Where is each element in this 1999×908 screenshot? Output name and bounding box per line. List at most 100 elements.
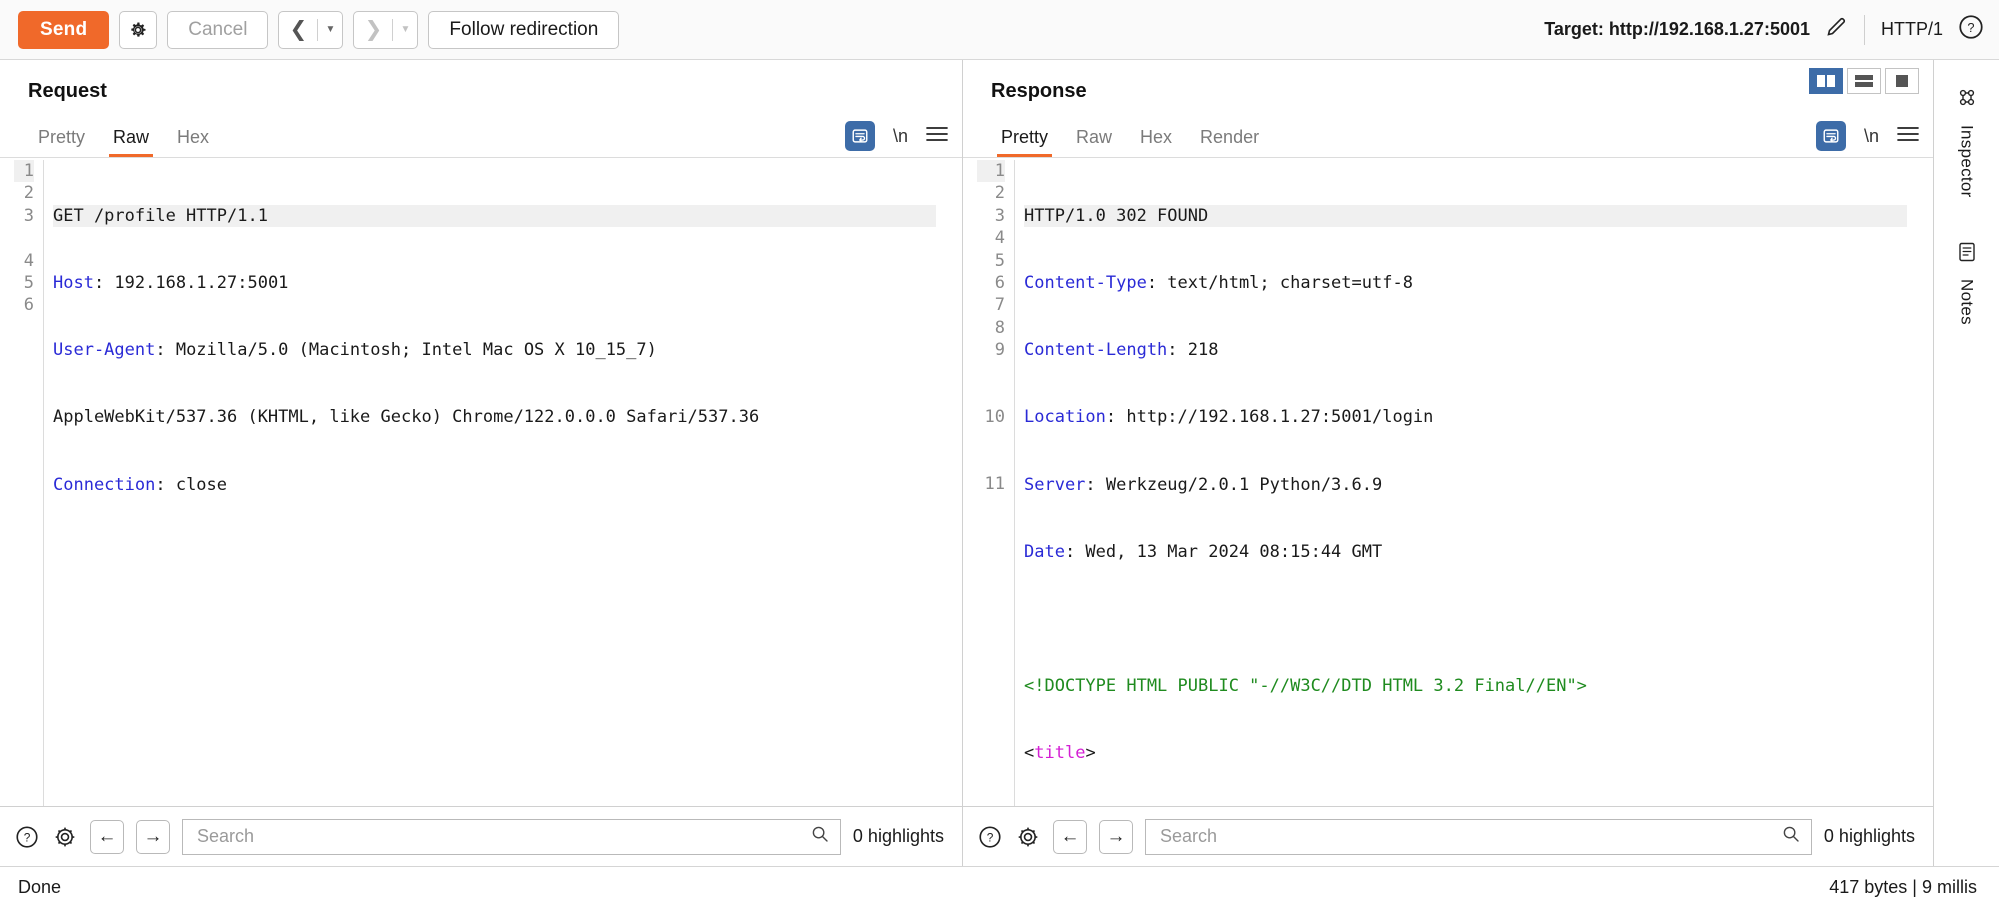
request-pane-title: Request <box>28 80 107 102</box>
svg-text:?: ? <box>24 830 31 844</box>
newline-toggle-icon[interactable]: \n <box>893 126 908 147</box>
tab-response-hex[interactable]: Hex <box>1126 127 1186 157</box>
request-search-bar: ? ← → Search 0 highlights <box>0 806 962 866</box>
code-line: <title> <box>1024 742 1907 764</box>
layout-stacked-button[interactable] <box>1847 68 1881 94</box>
top-toolbar: Send Cancel ❮ ▼ ❯ ▼ Follow redirection T… <box>0 0 1999 60</box>
target-label: Target: http://192.168.1.27:5001 <box>1544 19 1810 39</box>
code-text: : text/html; charset=utf-8 <box>1146 273 1413 294</box>
code-line: <!DOCTYPE HTML PUBLIC "-//W3C//DTD HTML … <box>1024 675 1907 697</box>
code-line: Server: Werkzeug/2.0.1 Python/3.6.9 <box>1024 474 1907 496</box>
tab-request-raw[interactable]: Raw <box>99 127 163 157</box>
code-line: Content-Type: text/html; charset=utf-8 <box>1024 272 1907 294</box>
header-name: Server <box>1024 474 1086 495</box>
send-button[interactable]: Send <box>18 10 110 49</box>
status-bar: Done 417 bytes | 9 millis <box>0 866 1999 908</box>
code-text: : close <box>155 474 228 495</box>
chevron-right-icon: ❯ <box>364 18 383 41</box>
search-forward-button[interactable]: → <box>1099 819 1133 854</box>
question-circle-icon[interactable]: ? <box>1957 13 1985 46</box>
search-forward-button[interactable]: → <box>136 819 170 854</box>
svg-text:?: ? <box>987 830 994 844</box>
line-number: 6 <box>994 272 1005 293</box>
question-circle-icon[interactable]: ? <box>14 824 40 850</box>
line-number: 4 <box>23 250 34 271</box>
header-name: Content-Length <box>1024 340 1168 361</box>
line-number: 1 <box>977 160 1005 183</box>
tab-response-render[interactable]: Render <box>1186 127 1273 157</box>
request-settings-button[interactable] <box>119 10 158 49</box>
request-code[interactable]: GET /profile HTTP/1.1 Host: 192.168.1.27… <box>44 160 936 806</box>
line-wrap-icon[interactable] <box>1815 121 1846 151</box>
gear-icon[interactable] <box>1015 824 1041 850</box>
follow-redirection-button[interactable]: Follow redirection <box>428 10 620 49</box>
line-number <box>14 227 34 249</box>
response-search-bar: ? ← → Search 0 highlights <box>963 806 1933 866</box>
line-number <box>977 451 1005 473</box>
chevron-down-icon[interactable]: ▼ <box>318 12 342 48</box>
response-line-numbers: 1 2 3 4 5 6 7 8 9 10 11 <box>963 160 1015 806</box>
layout-toggle-group <box>1809 68 1919 94</box>
request-tabs: Pretty Raw Hex \n <box>0 112 962 158</box>
layout-single-button[interactable] <box>1885 68 1919 94</box>
tab-response-raw[interactable]: Raw <box>1062 127 1126 157</box>
previous-request-button[interactable]: ❮ ▼ <box>278 10 344 49</box>
tab-response-pretty[interactable]: Pretty <box>987 127 1062 157</box>
magnifier-icon[interactable] <box>1781 824 1801 849</box>
code-line: HTTP/1.0 302 FOUND <box>1024 204 1907 228</box>
layout-side-by-side-button[interactable] <box>1809 68 1843 94</box>
pencil-icon[interactable] <box>1824 15 1848 44</box>
cancel-button[interactable]: Cancel <box>167 10 269 49</box>
line-number: 11 <box>984 474 1005 495</box>
question-circle-icon[interactable]: ? <box>977 824 1003 850</box>
line-number: 2 <box>994 183 1005 204</box>
tab-request-pretty[interactable]: Pretty <box>24 127 99 157</box>
response-pane-title: Response <box>991 80 1087 102</box>
line-number: 3 <box>994 205 1005 226</box>
next-request-button[interactable]: ❯ ▼ <box>353 10 419 49</box>
rail-item-inspector[interactable]: Inspector <box>1955 76 1979 220</box>
hamburger-menu-icon[interactable] <box>926 125 948 148</box>
code-line: Connection: close <box>53 474 936 496</box>
status-message: Done <box>18 877 62 897</box>
request-highlight-count: 0 highlights <box>852 826 944 846</box>
header-name: Location <box>1024 407 1106 428</box>
line-number: 7 <box>994 295 1005 316</box>
response-editor[interactable]: 1 2 3 4 5 6 7 8 9 10 11 HTTP/1.0 302 FOU… <box>963 158 1933 806</box>
search-input[interactable] <box>195 825 810 848</box>
hamburger-menu-icon[interactable] <box>1897 125 1919 148</box>
header-name: Date <box>1024 541 1065 562</box>
code-line: AppleWebKit/537.36 (KHTML, like Gecko) C… <box>53 406 936 428</box>
search-back-button[interactable]: ← <box>1053 819 1087 854</box>
chevron-down-icon[interactable]: ▼ <box>393 12 417 48</box>
code-text: AppleWebKit/537.36 (KHTML, like Gecko) C… <box>53 407 760 428</box>
tab-request-hex[interactable]: Hex <box>163 127 223 157</box>
inspector-icon <box>1955 86 1979 115</box>
rail-item-notes[interactable]: Notes <box>1955 230 1979 347</box>
response-search-field[interactable] <box>1145 818 1812 855</box>
line-number: 1 <box>14 160 34 183</box>
chevron-left-icon: ❮ <box>289 18 308 41</box>
response-pane: Response Pretty Raw Hex Render \n 1 2 3 … <box>963 60 1933 866</box>
line-number: 4 <box>994 228 1005 249</box>
line-wrap-icon[interactable] <box>844 121 875 151</box>
bracket: < <box>1024 743 1035 764</box>
request-line-numbers: 1 2 3 4 5 6 <box>0 160 44 806</box>
search-back-button[interactable]: ← <box>90 819 124 854</box>
request-search-field[interactable] <box>182 818 841 855</box>
magnifier-icon[interactable] <box>810 824 830 849</box>
code-text: : 218 <box>1167 340 1219 361</box>
response-code[interactable]: HTTP/1.0 302 FOUND Content-Type: text/ht… <box>1015 160 1907 806</box>
editor-padding <box>936 160 962 806</box>
line-number: 2 <box>23 183 34 204</box>
request-editor[interactable]: 1 2 3 4 5 6 GET /profile HTTP/1.1 Host: … <box>0 158 962 806</box>
code-line: Host: 192.168.1.27:5001 <box>53 272 936 294</box>
divider <box>1863 14 1865 45</box>
line-number: 3 <box>23 205 34 226</box>
newline-toggle-icon[interactable]: \n <box>1864 126 1879 147</box>
gear-icon[interactable] <box>52 824 78 850</box>
search-input[interactable] <box>1158 825 1781 848</box>
line-number: 9 <box>994 340 1005 361</box>
